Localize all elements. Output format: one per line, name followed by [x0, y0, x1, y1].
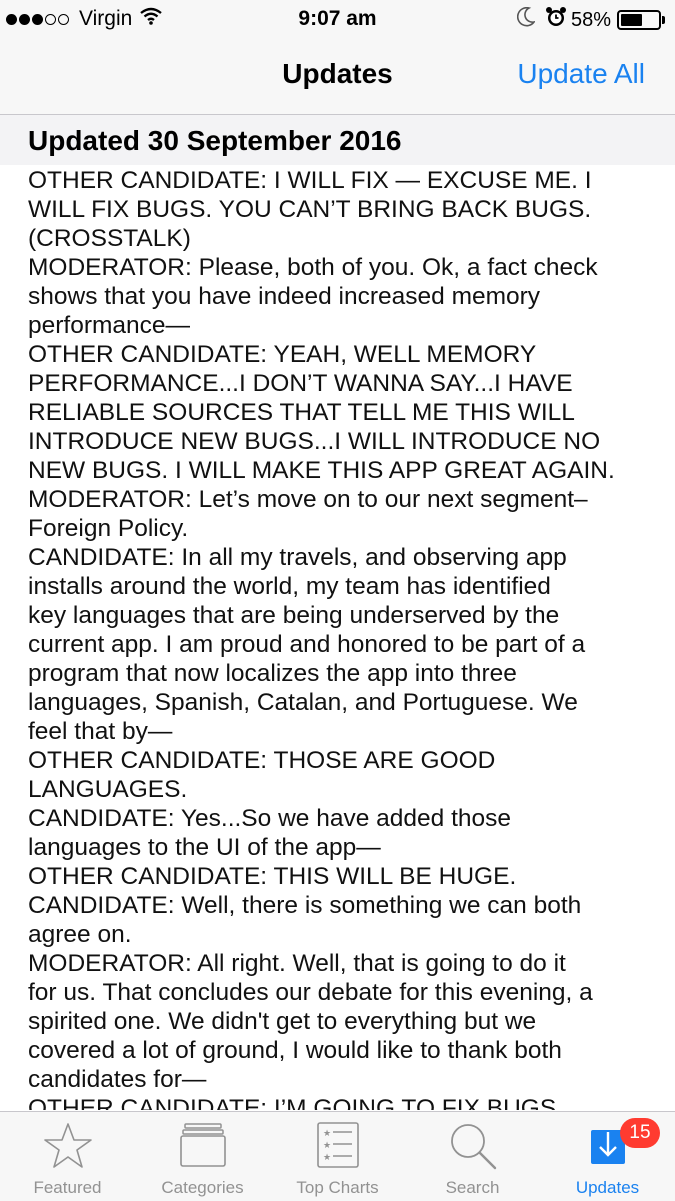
tab-search[interactable]: Search: [405, 1112, 540, 1201]
alarm-icon: [545, 6, 567, 34]
updates-badge: 15: [620, 1118, 660, 1148]
note-line: WILL FIX BUGS. YOU CAN’T BRING BACK BUGS…: [28, 196, 592, 223]
note-line: (CROSSTALK): [28, 225, 191, 252]
svg-text:★: ★: [323, 1129, 331, 1139]
tab-label: Top Charts: [296, 1178, 379, 1197]
note-line: OTHER CANDIDATE: I’M GOING TO FIX BUGS.: [28, 1095, 563, 1110]
note-line: candidates for—: [28, 1066, 207, 1093]
note-line: feel that by—: [28, 718, 173, 745]
section-title: Updated 30 September 2016: [28, 125, 402, 156]
note-line: key languages that are being underserved…: [28, 602, 560, 629]
tab-featured[interactable]: Featured: [0, 1112, 135, 1201]
top-charts-icon: ★ ★ ★: [316, 1122, 359, 1173]
note-line: OTHER CANDIDATE: THOSE ARE GOOD: [28, 747, 496, 774]
note-line: CANDIDATE: In all my travels, and observ…: [28, 544, 567, 571]
note-line: languages, Spanish, Catalan, and Portugu…: [28, 689, 578, 716]
categories-icon: [179, 1122, 226, 1173]
note-line: CANDIDATE: Well, there is something we c…: [28, 892, 582, 919]
tab-categories[interactable]: Categories: [135, 1112, 270, 1201]
note-line: RELIABLE SOURCES THAT TELL ME THIS WILL: [28, 399, 575, 426]
note-line: installs around the world, my team has i…: [28, 573, 551, 600]
note-line: NEW BUGS. I WILL MAKE THIS APP GREAT AGA…: [28, 457, 615, 484]
battery-icon: [617, 10, 661, 30]
tab-updates[interactable]: 15 Updates: [540, 1112, 675, 1201]
star-icon: [43, 1122, 93, 1175]
note-line: performance—: [28, 312, 191, 339]
svg-text:★: ★: [323, 1141, 331, 1151]
tab-label: Featured: [33, 1178, 102, 1197]
section-header: Updated 30 September 2016: [0, 115, 675, 165]
tab-label: Search: [445, 1178, 500, 1197]
note-line: current app. I am proud and honored to b…: [28, 631, 586, 658]
tab-label: Categories: [161, 1178, 244, 1197]
moon-icon: [516, 6, 536, 33]
battery-level: [621, 14, 642, 26]
search-icon: [449, 1122, 497, 1175]
note-line: shows that you have indeed increased mem…: [28, 283, 541, 310]
note-line: MODERATOR: Let’s move on to our next seg…: [28, 486, 588, 513]
tab-label: Updates: [575, 1178, 640, 1197]
update-all-button[interactable]: Update All: [517, 58, 645, 90]
tab-top-charts[interactable]: ★ ★ ★ Top Charts: [270, 1112, 405, 1201]
note-line: for us. That concludes our debate for th…: [28, 979, 593, 1006]
note-line: PERFORMANCE...I DON’T WANNA SAY...I HAVE: [28, 370, 573, 397]
note-line: MODERATOR: All right. Well, that is goin…: [28, 950, 566, 977]
battery-percent: 58%: [570, 8, 611, 31]
svg-text:★: ★: [323, 1153, 331, 1163]
note-line: program that now localizes the app into …: [28, 660, 517, 687]
status-right: 58%: [516, 6, 665, 34]
note-line: CANDIDATE: Yes...So we have added those: [28, 805, 512, 832]
note-line: agree on.: [28, 921, 132, 948]
note-line: spirited one. We didn't get to everythin…: [28, 1008, 537, 1035]
note-line: Foreign Policy.: [28, 515, 189, 542]
note-line: MODERATOR: Please, both of you. Ok, a fa…: [28, 254, 598, 281]
tab-bar: Featured Categories ★ ★ ★ Top Charts Sea…: [0, 1111, 675, 1201]
note-line: LANGUAGES.: [28, 776, 188, 803]
navigation-bar: Updates Update All: [0, 38, 675, 115]
note-line: OTHER CANDIDATE: THIS WILL BE HUGE.: [28, 863, 517, 890]
battery-tip: [662, 16, 665, 24]
note-line: OTHER CANDIDATE: I WILL FIX — EXCUSE ME.…: [28, 167, 592, 194]
note-line: INTRODUCE NEW BUGS...I WILL INTRODUCE NO: [28, 428, 601, 455]
note-line: languages to the UI of the app—: [28, 834, 381, 861]
release-notes[interactable]: OTHER CANDIDATE: I WILL FIX — EXCUSE ME.…: [28, 166, 658, 1110]
note-line: OTHER CANDIDATE: YEAH, WELL MEMORY: [28, 341, 537, 368]
note-line: covered a lot of ground, I would like to…: [28, 1037, 562, 1064]
status-bar: Virgin 9:07 am 58%: [0, 0, 675, 38]
